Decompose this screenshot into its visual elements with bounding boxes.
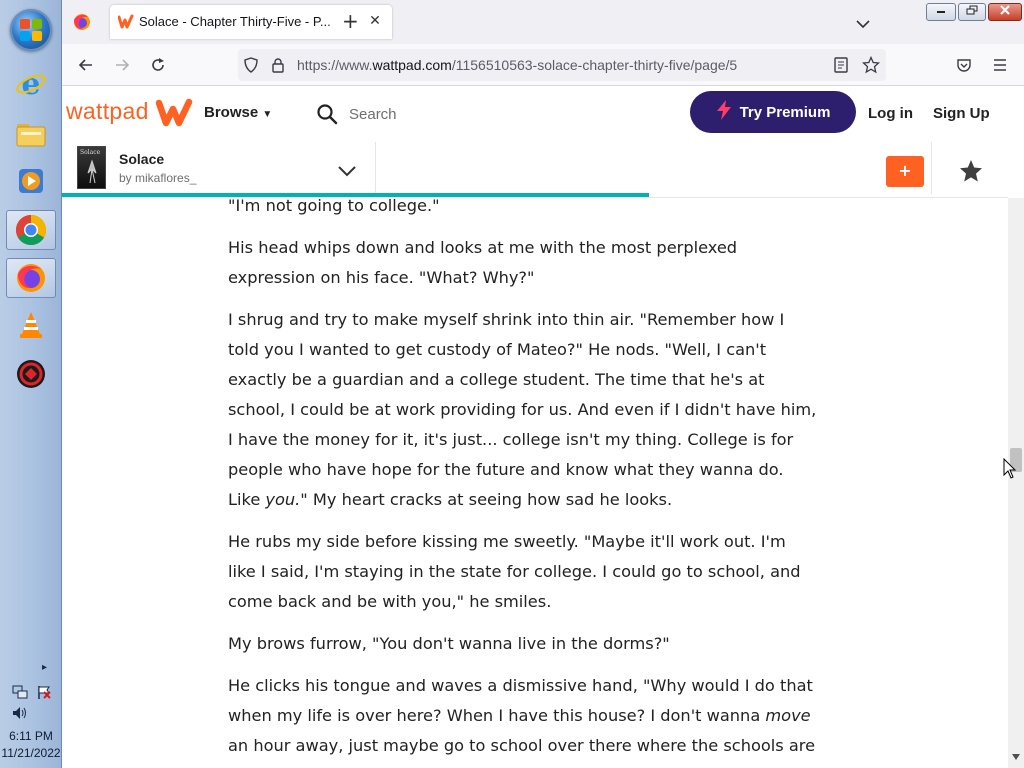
system-tray: ▸ 6:11 PM 11/21/2022 — [0, 648, 62, 768]
add-to-library-button[interactable]: + — [886, 156, 924, 187]
show-hidden-icons-icon[interactable]: ▸ — [42, 662, 47, 673]
page-scrollbar[interactable] — [1008, 198, 1024, 768]
firefox-icon — [15, 262, 47, 294]
taskbar-chrome[interactable] — [6, 210, 56, 250]
start-button[interactable] — [10, 9, 52, 51]
vote-star-icon[interactable] — [958, 158, 984, 184]
story-text: "I'm not going to college." His head whi… — [228, 198, 818, 768]
reader-view-icon[interactable] — [834, 57, 848, 77]
network-icon[interactable] — [12, 684, 28, 703]
lock-icon[interactable] — [271, 57, 285, 77]
pocket-icon[interactable] — [950, 51, 978, 79]
divider — [931, 142, 932, 194]
paragraph: He rubs my side before kissing me sweetl… — [228, 532, 801, 611]
media-player-icon — [15, 165, 47, 197]
chapter-dropdown-chevron-icon[interactable] — [337, 162, 357, 181]
chrome-icon — [15, 214, 47, 246]
try-premium-button[interactable]: Try Premium — [690, 91, 856, 133]
story-cover-image[interactable]: Solace — [77, 146, 106, 189]
site-header: wattpad Browse ▼ Search Try Premium Log … — [62, 86, 1008, 142]
paragraph: I shrug and try to make myself shrink in… — [228, 310, 817, 509]
url-text[interactable]: https://www.wattpad.com/1156510563-solac… — [297, 57, 737, 73]
svg-text:e: e — [21, 68, 40, 100]
taskbar: e ▸ 6:11 PM 11/21/2022 — [0, 0, 62, 768]
wattpad-logo[interactable]: wattpad — [66, 98, 149, 125]
back-button[interactable] — [72, 51, 100, 79]
paragraph: He clicks his tongue and waves a dismiss… — [228, 676, 816, 768]
minimize-button[interactable] — [926, 3, 956, 21]
firefox-view-icon[interactable] — [72, 12, 92, 32]
taskbar-app[interactable] — [6, 354, 56, 394]
action-center-flag-icon[interactable] — [36, 684, 52, 703]
browse-menu[interactable]: Browse ▼ — [204, 104, 272, 121]
hamburger-menu-icon[interactable] — [986, 51, 1014, 79]
volume-icon[interactable] — [12, 706, 28, 723]
story-bar: Solace Solace by mikaflores_ + — [62, 142, 1008, 198]
new-tab-icon[interactable]: + — [342, 11, 359, 31]
paragraph: His head whips down and looks at me with… — [228, 238, 738, 287]
restore-button[interactable] — [958, 3, 986, 21]
taskbar-vlc[interactable] — [6, 305, 56, 345]
paragraph: My brows furrow, "You don't wanna live i… — [228, 634, 670, 653]
search-input[interactable]: Search — [349, 106, 397, 123]
wattpad-favicon-icon — [117, 14, 134, 30]
app-icon — [15, 358, 47, 390]
reload-button[interactable] — [144, 51, 172, 79]
paragraph: "I'm not going to college." — [228, 198, 440, 215]
screen: { "taskbar": { "items": [ {"icon": "inte… — [0, 0, 1024, 768]
tracking-protection-shield-icon[interactable] — [243, 57, 259, 77]
taskbar-internet-explorer[interactable]: e — [6, 64, 56, 104]
clock-time[interactable]: 6:11 PM — [0, 729, 62, 743]
lightning-bolt-icon — [716, 100, 732, 124]
close-window-button[interactable] — [988, 3, 1022, 21]
forward-button[interactable] — [108, 51, 136, 79]
taskbar-firefox[interactable] — [6, 258, 56, 298]
wattpad-w-logo-icon[interactable] — [155, 98, 193, 132]
search-icon[interactable] — [316, 103, 338, 129]
story-author[interactable]: by mikaflores_ — [119, 171, 196, 185]
signup-link[interactable]: Sign Up — [933, 105, 990, 122]
vlc-icon — [15, 309, 47, 341]
taskbar-media-player[interactable] — [6, 161, 56, 201]
divider — [375, 142, 376, 194]
tab-title: Solace - Chapter Thirty-Five - P... — [139, 14, 331, 29]
clock-date[interactable]: 11/21/2022 — [0, 746, 62, 760]
login-link[interactable]: Log in — [868, 105, 913, 122]
bookmark-star-icon[interactable] — [861, 55, 881, 78]
windows-logo-icon — [20, 19, 42, 41]
mouse-cursor-icon — [1003, 457, 1017, 480]
caret-down-icon: ▼ — [262, 109, 273, 120]
url-bar[interactable]: https://www.wattpad.com/1156510563-solac… — [238, 49, 886, 81]
file-explorer-icon — [15, 118, 47, 150]
scroll-down-arrow-icon[interactable] — [1011, 746, 1021, 765]
taskbar-file-explorer[interactable] — [6, 114, 56, 154]
tab-close-icon[interactable]: ✕ — [366, 12, 384, 30]
story-title[interactable]: Solace — [119, 151, 164, 167]
internet-explorer-icon: e — [15, 68, 47, 100]
list-all-tabs-icon[interactable] — [856, 14, 870, 33]
browser-toolbar: https://www.wattpad.com/1156510563-solac… — [62, 44, 1024, 86]
reading-progress-bar — [62, 193, 649, 197]
browser-tabstrip: Solace - Chapter Thirty-Five - P... ✕ + — [62, 0, 1024, 44]
